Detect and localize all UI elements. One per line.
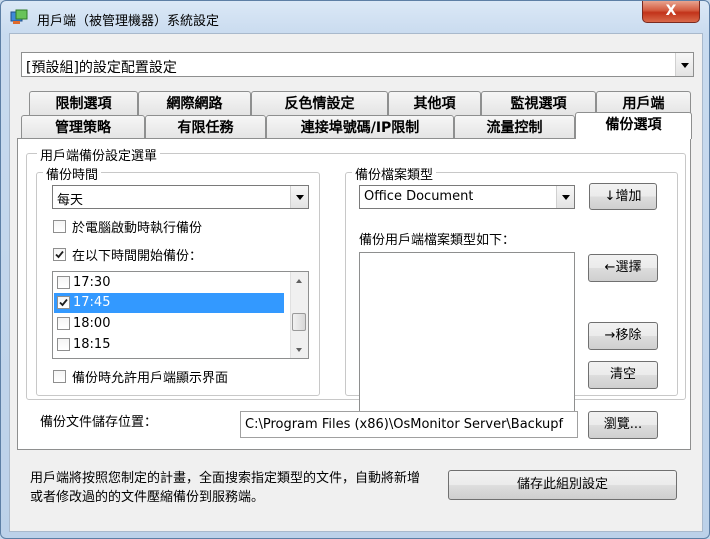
group-label: 用戶端備份設定選單 [37,145,161,164]
time-label: 17:30 [73,275,111,290]
footer-description: 用戶端將按照您制定的計畫，全面搜索指定類型的文件，自動將新增或者修改過的的文件壓… [30,471,421,505]
list-item[interactable]: 18:00 [54,314,284,334]
backup-on-boot-checkbox[interactable] [53,220,66,233]
show-ui-checkbox[interactable] [53,370,66,383]
tab-restrictions[interactable]: 限制選項 [29,91,138,115]
tab-label: 用戶端 [622,96,665,112]
time-label: 17:45 [73,295,111,310]
select-filetype-button[interactable]: ←選擇 [588,254,658,282]
tab-other[interactable]: 其他項 [388,91,481,115]
tab-label: 反色情設定 [284,96,355,112]
time-label: 18:00 [73,316,111,331]
filetype-list[interactable] [359,252,575,412]
time-checkbox[interactable] [57,338,70,351]
storage-path-field[interactable]: C:\Program Files (x86)\OsMonitor Server\… [240,411,578,438]
tab-label: 管理策略 [55,120,111,136]
tab-label: 流量控制 [486,120,543,136]
tab-backup-options[interactable]: 備份選項 [575,112,692,139]
dropdown-arrow-icon[interactable] [290,186,308,208]
window-title: 用戶端（被管理機器）系統設定 [37,14,220,29]
browse-button[interactable]: 瀏覽... [588,411,658,439]
storage-path-value: C:\Program Files (x86)\OsMonitor Server\… [245,417,564,432]
button-label: 儲存此組別設定 [516,477,608,492]
list-item[interactable]: 18:15 [54,335,284,355]
scroll-up-icon[interactable] [291,272,308,289]
config-dropdown-value: [預設組]的設定配置設定 [26,60,177,76]
time-label: 18:15 [73,337,111,352]
tab-label: 有限任務 [177,120,234,136]
clear-filetypes-button[interactable]: 清空 [588,361,658,389]
show-ui-label: 備份時允許用戶端顯示界面 [72,371,229,386]
scroll-down-icon[interactable] [291,341,308,358]
tab-limited-tasks[interactable]: 有限任務 [145,115,266,139]
button-label: 瀏覽... [603,417,643,432]
close-button[interactable]: X [642,1,700,23]
button-label: →移除 [604,328,642,343]
title-bar[interactable]: 用戶端（被管理機器）系統設定 X [1,1,709,33]
settings-window: 用戶端（被管理機器）系統設定 X [預設組]的設定配置設定 限制選項 網際網路 … [0,0,710,539]
storage-location-label: 備份文件儲存位置： [40,415,158,430]
tab-traffic-control[interactable]: 流量控制 [454,115,575,139]
tab-label: 監視選項 [510,96,567,112]
app-icon [10,9,28,24]
tab-label: 備份選項 [605,117,662,133]
tab-port-ip-limits[interactable]: 連接埠號碼/IP限制 [266,115,454,139]
times-scrollbar[interactable] [290,272,308,358]
start-at-time-checkbox[interactable] [53,248,66,261]
tab-label: 網際網路 [166,96,223,112]
backup-times-list[interactable]: 17:30 17:45 18:00 18:15 [52,271,309,359]
dropdown-arrow-icon[interactable] [675,53,693,76]
tab-internet[interactable]: 網際網路 [138,91,251,115]
filetype-value: Office Document [364,189,474,204]
remove-filetype-button[interactable]: →移除 [588,322,658,350]
close-icon: X [665,3,677,19]
tab-policy[interactable]: 管理策略 [21,115,145,139]
backup-options-panel: 用戶端備份設定選單 備份時間 備份檔案類型 每天 於電腦啟動時執行備份 在以下時… [17,138,691,450]
button-label: 清空 [609,367,636,382]
tab-label: 限制選項 [55,96,112,112]
button-label: ←選擇 [604,260,642,275]
time-checkbox[interactable] [57,317,70,330]
config-dropdown[interactable]: [預設組]的設定配置設定 [21,52,694,77]
time-checkbox[interactable] [57,276,70,289]
start-at-time-label: 在以下時間開始備份： [72,249,203,264]
tab-label: 連接埠號碼/IP限制 [300,120,420,136]
save-group-settings-button[interactable]: 儲存此組別設定 [448,470,677,500]
list-item[interactable]: 17:45 [54,293,284,313]
group-label: 備份檔案類型 [352,164,437,183]
tab-label: 其他項 [413,96,456,112]
checkmark-icon [55,250,64,259]
scroll-thumb[interactable] [292,313,306,331]
backup-frequency-dropdown[interactable]: 每天 [52,185,309,209]
tab-anti-porn[interactable]: 反色情設定 [251,91,388,115]
time-checkbox[interactable] [57,296,70,309]
filetype-dropdown[interactable]: Office Document [359,185,575,209]
checkmark-icon [59,298,68,307]
add-filetype-button[interactable]: ↓增加 [589,183,657,210]
frequency-value: 每天 [57,193,84,208]
backup-on-boot-label: 於電腦啟動時執行備份 [72,221,203,236]
filetype-list-label: 備份用戶端檔案類型如下： [359,233,516,248]
list-item[interactable]: 17:30 [54,273,284,293]
button-label: ↓增加 [604,189,642,204]
dropdown-arrow-icon[interactable] [556,186,574,208]
group-label: 備份時間 [43,164,102,183]
